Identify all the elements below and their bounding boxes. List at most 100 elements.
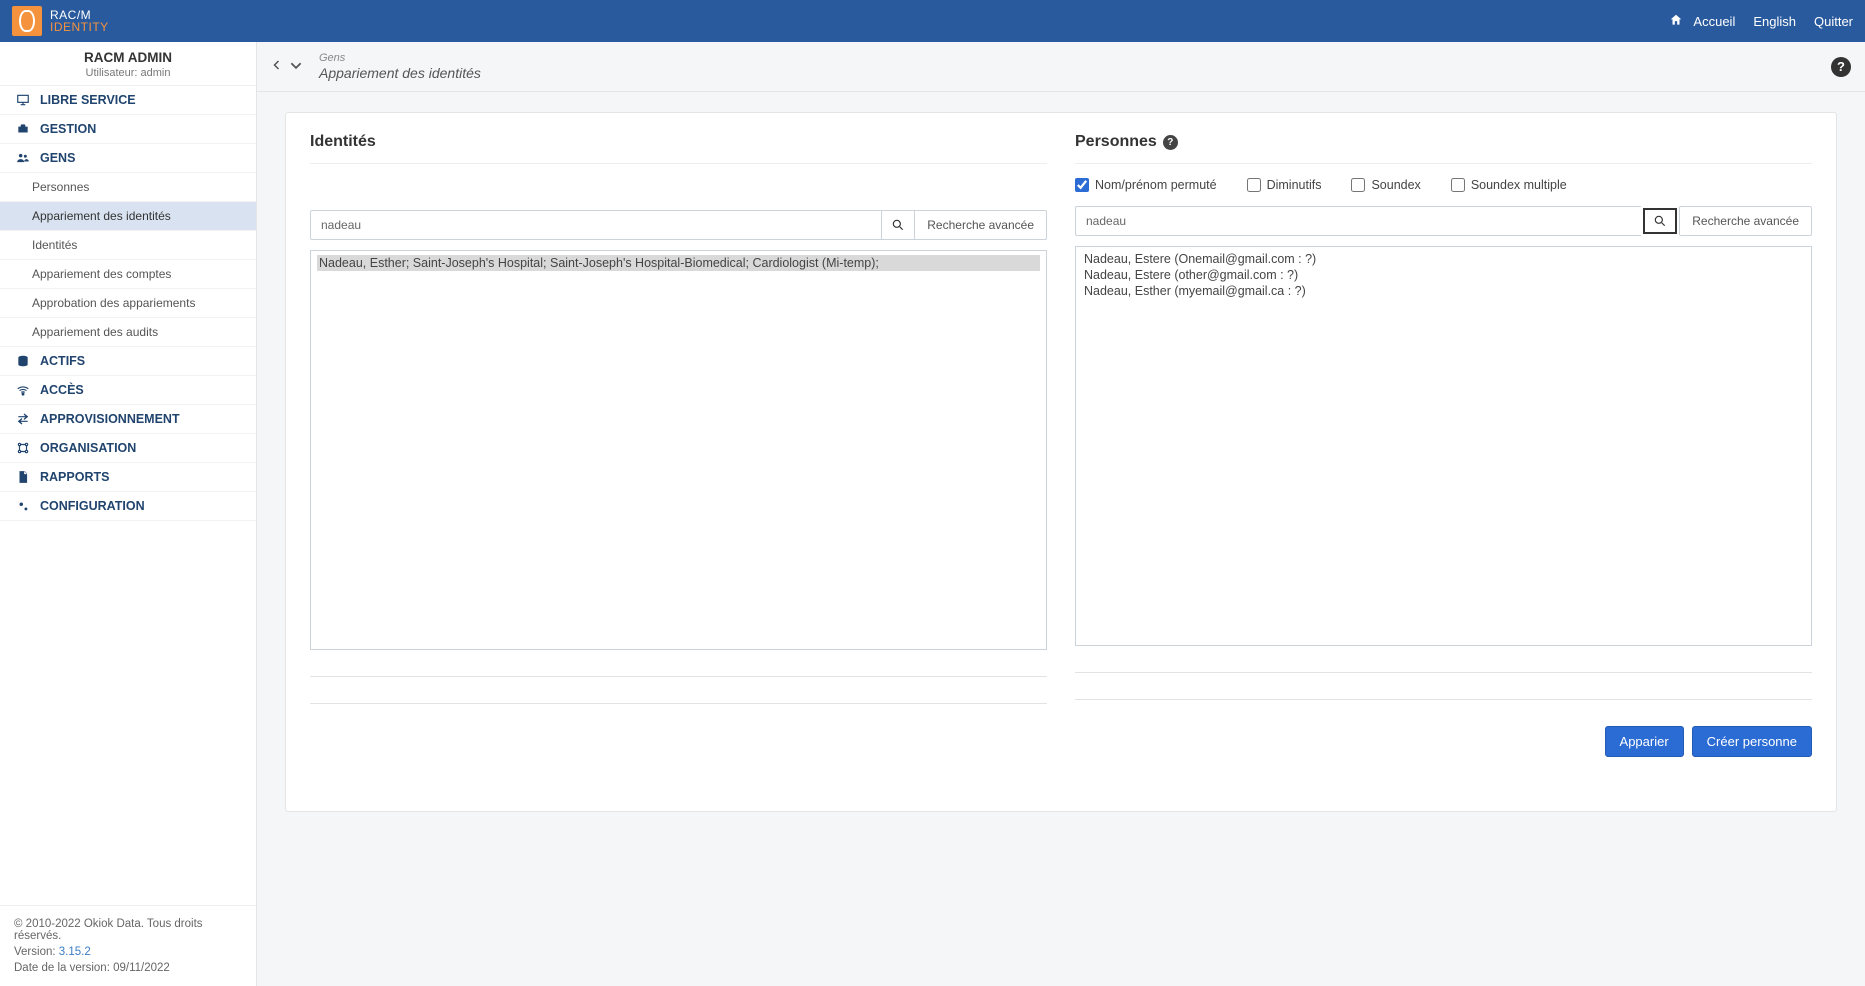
persons-column: Personnes ? Nom/prénom permuté Diminutif… <box>1075 133 1812 757</box>
search-icon <box>1653 214 1667 228</box>
crumb-down[interactable] <box>289 58 303 76</box>
home-label: Accueil <box>1693 14 1735 29</box>
check-soundex-multiple-input[interactable] <box>1451 178 1465 192</box>
create-person-button[interactable]: Créer personne <box>1692 726 1812 757</box>
persons-check-row: Nom/prénom permuté Diminutifs Soundex <box>1075 178 1812 192</box>
persons-listbox[interactable]: Nadeau, Estere (Onemail@gmail.com : ?)Na… <box>1075 246 1812 646</box>
crumb-page: Appariement des identités <box>319 65 481 82</box>
footer-date: 09/11/2022 <box>113 962 170 974</box>
quit-label: Quitter <box>1814 14 1853 29</box>
footer-version-link[interactable]: 3.15.2 <box>59 946 91 958</box>
persons-search-button[interactable] <box>1643 208 1677 234</box>
network-icon <box>14 441 32 455</box>
persons-divider-1 <box>1075 672 1812 673</box>
nav-people[interactable]: GENS <box>0 144 256 173</box>
nav-persons-label: Personnes <box>32 180 89 194</box>
check-permuted-input[interactable] <box>1075 178 1089 192</box>
sidebar-footer: © 2010-2022 Okiok Data. Tous droits rése… <box>0 905 256 986</box>
brand-logo <box>12 6 42 36</box>
main: Gens Appariement des identités ? Identit… <box>257 42 1865 986</box>
wifi-icon <box>14 383 32 397</box>
nav-organization[interactable]: ORGANISATION <box>0 434 256 463</box>
identities-search-input[interactable] <box>310 210 881 240</box>
check-permuted[interactable]: Nom/prénom permuté <box>1075 178 1217 192</box>
help-button[interactable]: ? <box>1831 57 1851 77</box>
nav-assets-label: ACTIFS <box>40 354 85 368</box>
check-diminutives[interactable]: Diminutifs <box>1247 178 1322 192</box>
identities-search-button[interactable] <box>881 210 915 240</box>
nav-access[interactable]: ACCÈS <box>0 376 256 405</box>
nav-provisioning-label: APPROVISIONNEMENT <box>40 412 180 426</box>
language-link[interactable]: English <box>1753 14 1796 29</box>
crumb-back[interactable] <box>271 58 283 75</box>
persons-result-row[interactable]: Nadeau, Estere (Onemail@gmail.com : ?) <box>1082 251 1805 267</box>
breadcrumb: Gens Appariement des identités <box>319 52 481 82</box>
nav-organization-label: ORGANISATION <box>40 441 136 455</box>
nav-configuration[interactable]: CONFIGURATION <box>0 492 256 521</box>
nav-configuration-label: CONFIGURATION <box>40 499 145 513</box>
nav-identities-label: Identités <box>32 238 77 252</box>
nav-management-label: GESTION <box>40 122 96 136</box>
quit-link[interactable]: Quitter <box>1814 14 1853 29</box>
footer-copyright: © 2010-2022 Okiok Data. Tous droits rése… <box>14 918 242 942</box>
toolbox-icon <box>14 122 32 136</box>
persons-advanced-label: Recherche avancée <box>1692 214 1799 228</box>
nav-account-matching-label: Appariement des comptes <box>32 267 171 281</box>
nav-reports-label: RAPPORTS <box>40 470 109 484</box>
nav-self-service[interactable]: LIBRE SERVICE <box>0 86 256 115</box>
nav-matching-approval[interactable]: Approbation des appariements <box>0 289 256 318</box>
identities-advanced-label: Recherche avancée <box>927 218 1034 232</box>
nav-provisioning[interactable]: APPROVISIONNEMENT <box>0 405 256 434</box>
nav-identities[interactable]: Identités <box>0 231 256 260</box>
gears-icon <box>14 499 32 513</box>
home-icon <box>1669 13 1688 30</box>
nav: LIBRE SERVICE GESTION GENS Personnes App… <box>0 86 256 521</box>
search-icon <box>891 218 905 232</box>
document-icon <box>14 470 32 484</box>
nav-audit-matching-label: Appariement des audits <box>32 325 158 339</box>
nav-people-label: GENS <box>40 151 75 165</box>
check-permuted-label: Nom/prénom permuté <box>1095 178 1217 192</box>
nav-audit-matching[interactable]: Appariement des audits <box>0 318 256 347</box>
top-bar: RAC/M IDENTITY Accueil English Quitter <box>0 0 1865 42</box>
nav-account-matching[interactable]: Appariement des comptes <box>0 260 256 289</box>
persons-search-row: Recherche avancée <box>1075 206 1812 236</box>
check-soundex-multiple[interactable]: Soundex multiple <box>1451 178 1567 192</box>
nav-reports[interactable]: RAPPORTS <box>0 463 256 492</box>
persons-info-icon[interactable]: ? <box>1163 135 1178 150</box>
nav-identity-matching[interactable]: Appariement des identités <box>0 202 256 231</box>
identities-divider-2 <box>310 703 1047 704</box>
nav-management[interactable]: GESTION <box>0 115 256 144</box>
check-soundex-input[interactable] <box>1351 178 1365 192</box>
logo-ring-icon <box>19 10 35 32</box>
check-soundex[interactable]: Soundex <box>1351 178 1420 192</box>
breadcrumb-bar: Gens Appariement des identités ? <box>257 42 1865 92</box>
check-diminutives-input[interactable] <box>1247 178 1261 192</box>
identities-divider-1 <box>310 676 1047 677</box>
match-button[interactable]: Apparier <box>1605 726 1684 757</box>
identities-listbox[interactable]: Nadeau, Esther; Saint-Joseph's Hospital;… <box>310 250 1047 650</box>
identities-column: Identités Recherche avancée <box>310 133 1047 757</box>
nav-self-service-label: LIBRE SERVICE <box>40 93 136 107</box>
sidebar: RACM ADMIN Utilisateur: admin LIBRE SERV… <box>0 42 257 986</box>
identities-result-row[interactable]: Nadeau, Esther; Saint-Joseph's Hospital;… <box>317 255 1040 271</box>
nav-matching-approval-label: Approbation des appariements <box>32 296 195 310</box>
crumb-section: Gens <box>319 52 481 65</box>
check-diminutives-label: Diminutifs <box>1267 178 1322 192</box>
identities-advanced-search[interactable]: Recherche avancée <box>915 210 1047 240</box>
home-link[interactable]: Accueil <box>1669 13 1735 30</box>
brand-text: RAC/M IDENTITY <box>50 9 109 33</box>
panel: Identités Recherche avancée <box>285 112 1837 812</box>
persons-result-row[interactable]: Nadeau, Estere (other@gmail.com : ?) <box>1082 267 1805 283</box>
persons-search-input[interactable] <box>1075 206 1641 236</box>
footer-version-label: Version: <box>14 946 59 958</box>
persons-result-row[interactable]: Nadeau, Esther (myemail@gmail.ca : ?) <box>1082 283 1805 299</box>
persons-advanced-search[interactable]: Recherche avancée <box>1679 206 1812 236</box>
nav-assets[interactable]: ACTIFS <box>0 347 256 376</box>
persons-heading-label: Personnes <box>1075 133 1157 151</box>
database-icon <box>14 354 32 368</box>
monitor-icon <box>14 93 32 107</box>
nav-persons[interactable]: Personnes <box>0 173 256 202</box>
language-label: English <box>1753 14 1796 29</box>
content: Identités Recherche avancée <box>257 92 1865 986</box>
